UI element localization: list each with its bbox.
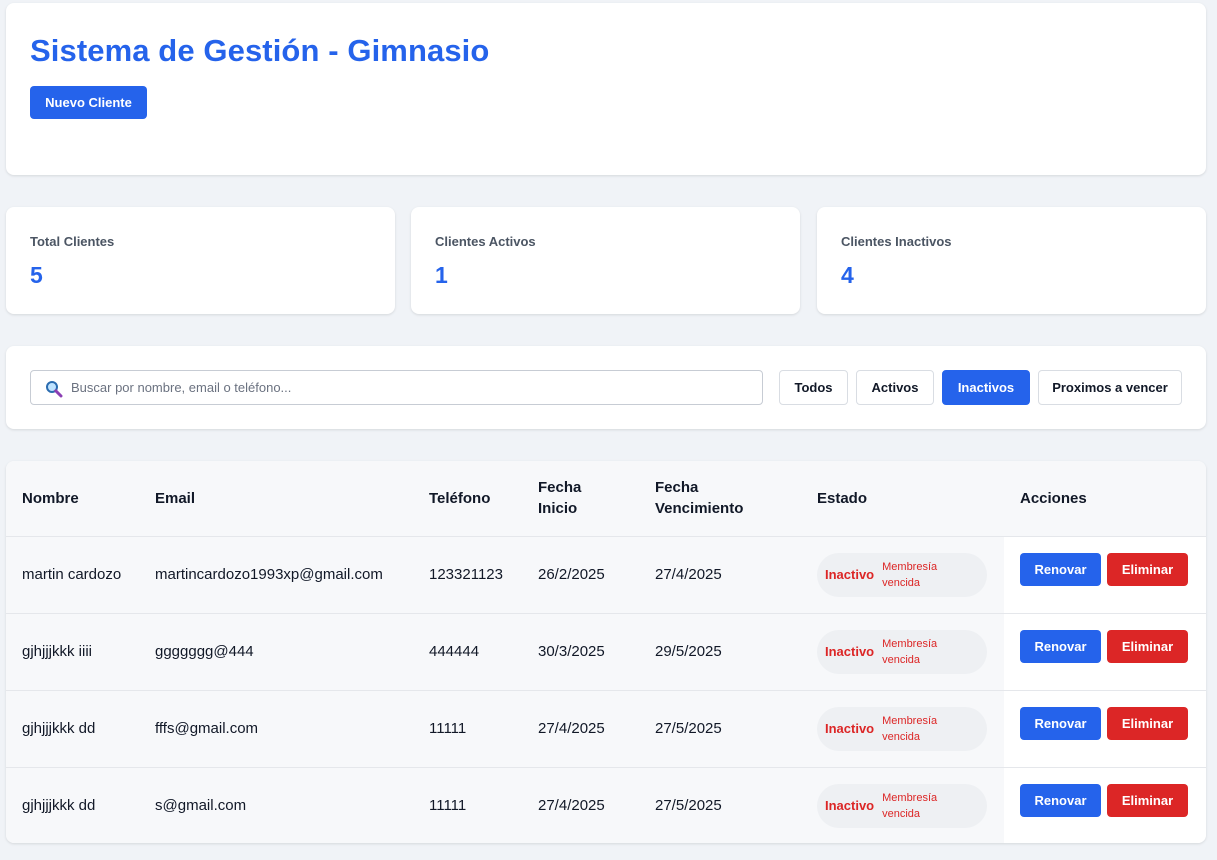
search-input[interactable] <box>71 371 751 404</box>
delete-button[interactable]: Eliminar <box>1107 629 1188 663</box>
client-end-date: 29/5/2025 <box>639 613 801 691</box>
status-text: Inactivo <box>825 644 875 659</box>
column-header-acciones: Acciones <box>1004 461 1206 537</box>
table-row: gjhjjjkkk dd fffs@gmail.com 11111 27/4/2… <box>6 690 1206 768</box>
column-header-fecha-inicio[interactable]: Fecha Inicio <box>522 461 639 537</box>
status-text: Inactivo <box>825 567 875 582</box>
renew-button[interactable]: Renovar <box>1020 552 1101 586</box>
filter-expiring-button[interactable]: Proximos a vencer <box>1038 370 1182 405</box>
status-badge: Inactivo Membresía vencida <box>817 552 987 597</box>
stat-label: Clientes Activos <box>435 234 536 249</box>
stat-label: Clientes Inactivos <box>841 234 952 249</box>
status-badge: Inactivo Membresía vencida <box>817 783 987 828</box>
client-start-date: 27/4/2025 <box>522 690 639 768</box>
status-text: Inactivo <box>825 721 875 736</box>
renew-button[interactable]: Renovar <box>1020 783 1101 817</box>
status-detail: Membresía vencida <box>882 637 938 666</box>
column-header-estado[interactable]: Estado <box>801 461 1004 537</box>
actions-cell: Renovar Eliminar <box>1004 613 1206 691</box>
client-start-date: 30/3/2025 <box>522 613 639 691</box>
client-phone: 11111 <box>413 690 522 768</box>
client-phone: 444444 <box>413 613 522 691</box>
client-status-cell: Inactivo Membresía vencida <box>801 690 1004 768</box>
stat-card-active: Clientes Activos 1 <box>411 207 800 314</box>
column-header-email[interactable]: Email <box>139 461 413 537</box>
filter-all-button[interactable]: Todos <box>779 370 848 405</box>
delete-button[interactable]: Eliminar <box>1107 552 1188 586</box>
new-client-button[interactable]: Nuevo Cliente <box>30 86 147 119</box>
client-status-cell: Inactivo Membresía vencida <box>801 767 1004 843</box>
stat-label: Total Clientes <box>30 234 115 249</box>
table-row: martin cardozo martincardozo1993xp@gmail… <box>6 536 1206 614</box>
column-header-nombre[interactable]: Nombre <box>6 461 139 537</box>
stat-value: 4 <box>841 262 854 288</box>
delete-button[interactable]: Eliminar <box>1107 783 1188 817</box>
filter-active-button[interactable]: Activos <box>856 370 934 405</box>
actions-cell: Renovar Eliminar <box>1004 767 1206 843</box>
delete-button[interactable]: Eliminar <box>1107 706 1188 740</box>
client-phone: 123321123 <box>413 536 522 614</box>
client-end-date: 27/4/2025 <box>639 536 801 614</box>
client-name: gjhjjjkkk iiii <box>6 613 139 691</box>
client-status-cell: Inactivo Membresía vencida <box>801 613 1004 691</box>
filter-inactive-button[interactable]: Inactivos <box>942 370 1030 405</box>
clients-table-card: Nombre Email Teléfono Fecha Inicio Fecha… <box>6 461 1206 843</box>
client-end-date: 27/5/2025 <box>639 767 801 843</box>
client-email: ggggggg@444 <box>139 613 413 691</box>
status-badge: Inactivo Membresía vencida <box>817 629 987 674</box>
table-header-row: Nombre Email Teléfono Fecha Inicio Fecha… <box>6 461 1206 537</box>
client-email: martincardozo1993xp@gmail.com <box>139 536 413 614</box>
header-card: Sistema de Gestión - Gimnasio Nuevo Clie… <box>6 3 1206 175</box>
status-detail: Membresía vencida <box>882 714 938 743</box>
stat-value: 1 <box>435 262 448 288</box>
status-badge: Inactivo Membresía vencida <box>817 706 987 751</box>
renew-button[interactable]: Renovar <box>1020 629 1101 663</box>
actions-cell: Renovar Eliminar <box>1004 536 1206 614</box>
client-name: martin cardozo <box>6 536 139 614</box>
status-detail: Membresía vencida <box>882 791 938 820</box>
client-start-date: 27/4/2025 <box>522 767 639 843</box>
client-status-cell: Inactivo Membresía vencida <box>801 536 1004 614</box>
renew-button[interactable]: Renovar <box>1020 706 1101 740</box>
table-row: gjhjjjkkk dd s@gmail.com 11111 27/4/2025… <box>6 767 1206 843</box>
stat-card-inactive: Clientes Inactivos 4 <box>817 207 1206 314</box>
actions-cell: Renovar Eliminar <box>1004 690 1206 768</box>
clients-table: Nombre Email Teléfono Fecha Inicio Fecha… <box>6 461 1206 843</box>
table-row: gjhjjjkkk iiii ggggggg@444 444444 30/3/2… <box>6 613 1206 691</box>
column-header-telefono[interactable]: Teléfono <box>413 461 522 537</box>
client-start-date: 26/2/2025 <box>522 536 639 614</box>
stat-value: 5 <box>30 262 43 288</box>
client-email: s@gmail.com <box>139 767 413 843</box>
filter-bar: Todos Activos Inactivos Proximos a vence… <box>6 346 1206 429</box>
search-icon <box>45 380 63 398</box>
search-box <box>30 370 763 405</box>
client-phone: 11111 <box>413 767 522 843</box>
client-name: gjhjjjkkk dd <box>6 767 139 843</box>
client-email: fffs@gmail.com <box>139 690 413 768</box>
status-detail: Membresía vencida <box>882 560 938 589</box>
column-header-fecha-vencimiento[interactable]: Fecha Vencimiento <box>639 461 801 537</box>
stat-card-total: Total Clientes 5 <box>6 207 395 314</box>
client-name: gjhjjjkkk dd <box>6 690 139 768</box>
status-text: Inactivo <box>825 798 875 813</box>
page-title: Sistema de Gestión - Gimnasio <box>30 33 490 68</box>
client-end-date: 27/5/2025 <box>639 690 801 768</box>
